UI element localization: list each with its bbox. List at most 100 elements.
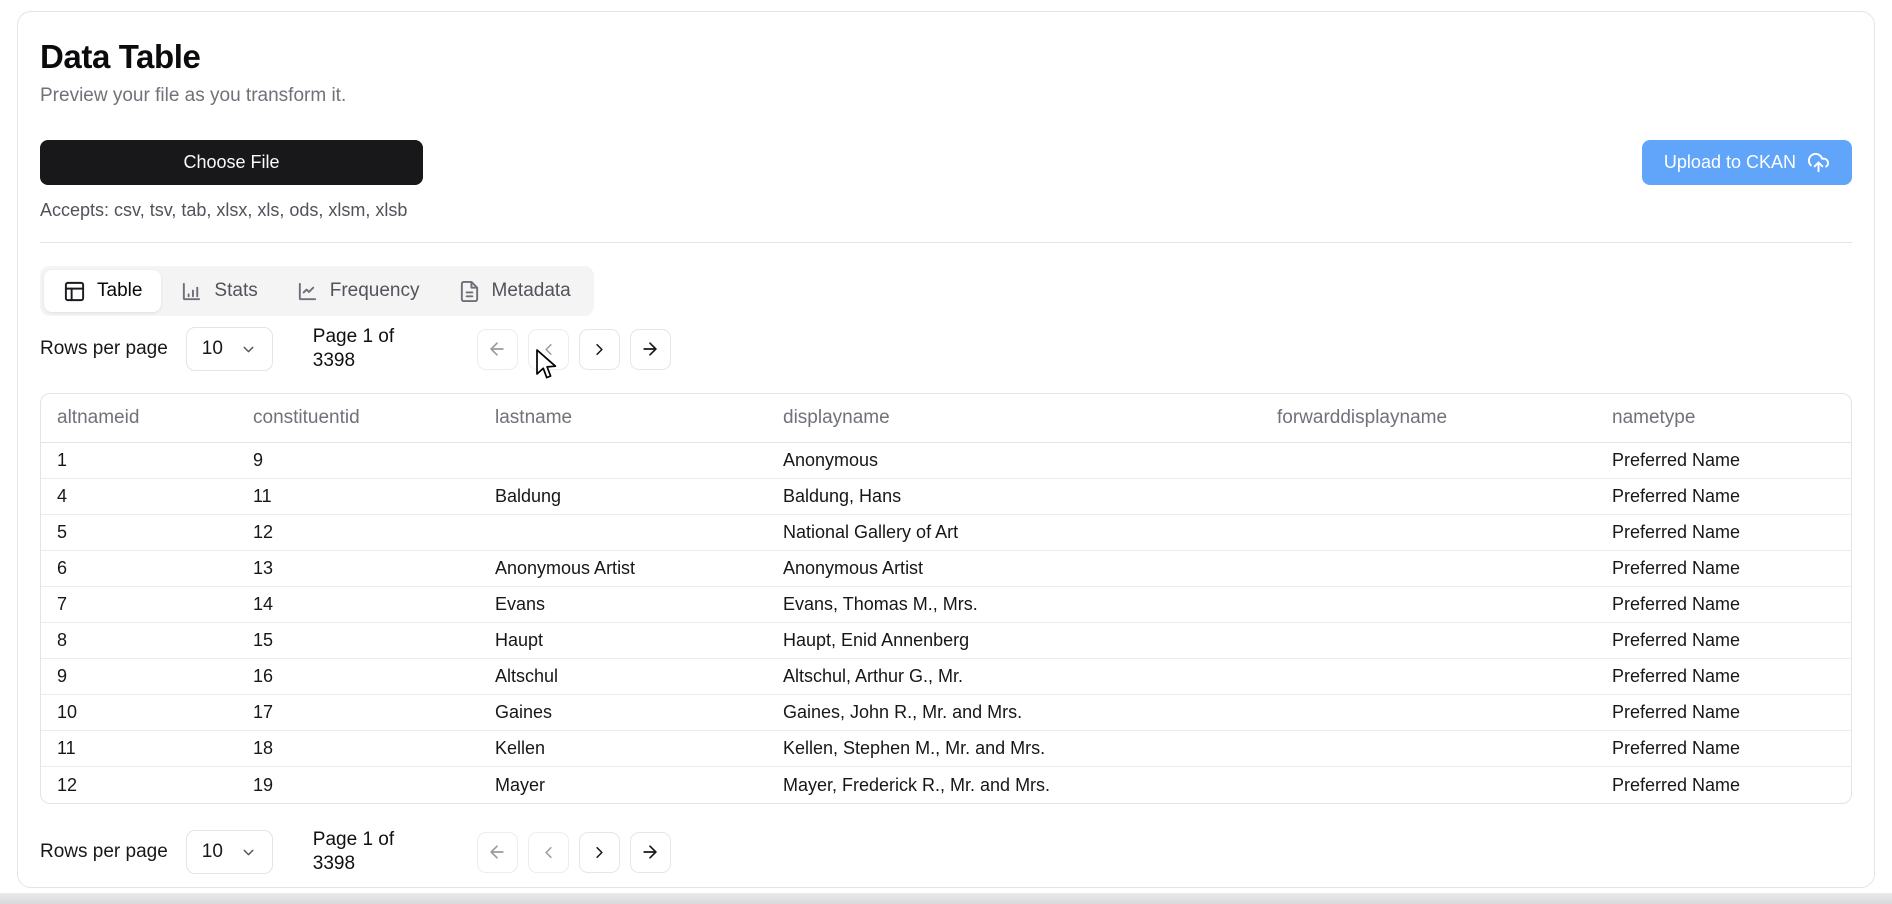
page-info: Page 1 of 3398	[312, 326, 395, 371]
table-cell: 11	[237, 479, 479, 515]
file-text-icon	[458, 280, 481, 303]
rows-per-page-label: Rows per page	[40, 338, 168, 359]
table-cell: Preferred Name	[1596, 587, 1851, 623]
table-cell: 6	[41, 551, 237, 587]
chevron-left-icon	[539, 340, 558, 359]
tab-stats[interactable]: Stats	[161, 270, 276, 312]
previous-page-button[interactable]	[527, 328, 569, 370]
rows-per-page-select[interactable]: 10	[185, 830, 273, 874]
table-cell: 4	[41, 479, 237, 515]
bar-chart-icon	[180, 280, 203, 303]
chevron-right-icon	[590, 340, 609, 359]
table-cell: Anonymous Artist	[767, 551, 1261, 587]
table-cell: Preferred Name	[1596, 551, 1851, 587]
page-subtitle: Preview your file as you transform it.	[40, 85, 347, 106]
choose-file-button[interactable]: Choose File	[40, 140, 423, 185]
tab-stats-label: Stats	[214, 280, 258, 301]
arrow-right-icon	[640, 842, 660, 862]
table-cell	[1261, 695, 1596, 731]
table-cell: 14	[237, 587, 479, 623]
table-cell	[1261, 443, 1596, 479]
actions-row: Choose File Upload to CKAN	[40, 140, 1852, 185]
table-cell: Gaines, John R., Mr. and Mrs.	[767, 695, 1261, 731]
table-cell: Preferred Name	[1596, 623, 1851, 659]
table-cell	[1261, 479, 1596, 515]
table-cell: 19	[253, 774, 274, 795]
table-cell: 12	[57, 774, 78, 795]
table-cell: 8	[41, 623, 237, 659]
table-cell: Gaines	[479, 695, 767, 731]
window-bottom-strip	[0, 893, 1892, 904]
chevron-left-icon	[539, 843, 558, 862]
tab-frequency-label: Frequency	[329, 280, 420, 301]
table-cell: Haupt	[479, 623, 767, 659]
table-cell: 12	[237, 515, 479, 551]
table-cell	[1261, 515, 1596, 551]
table-cell: Preferred Name	[1596, 443, 1851, 479]
table-row: 4 11 Baldung Baldung, Hans Preferred Name	[41, 479, 1851, 515]
table-cell	[479, 443, 767, 479]
table-cell	[1261, 659, 1596, 695]
table-cell: 17	[237, 695, 479, 731]
table-cell: 9	[237, 443, 479, 479]
last-page-button[interactable]	[629, 831, 671, 873]
tab-metadata[interactable]: Metadata	[439, 270, 590, 312]
table-cell: 10	[41, 695, 237, 731]
column-header-lastname: lastname	[479, 394, 767, 443]
arrow-right-icon	[640, 339, 660, 359]
rows-per-page-select[interactable]: 10	[185, 327, 273, 371]
upload-to-ckan-label: Upload to CKAN	[1663, 152, 1796, 172]
first-page-button[interactable]	[476, 831, 518, 873]
data-table: altnameid constituentid lastname display…	[41, 394, 1851, 803]
table-cell: Baldung	[479, 479, 767, 515]
upload-to-ckan-button[interactable]: Upload to CKAN	[1641, 140, 1852, 185]
table-cell: Evans	[479, 587, 767, 623]
table-cell: 15	[237, 623, 479, 659]
column-header-nametype: nametype	[1596, 394, 1851, 443]
chevron-right-icon	[590, 843, 609, 862]
table-cell	[479, 515, 767, 551]
table-cell: 18	[237, 731, 479, 767]
table-cell: 13	[237, 551, 479, 587]
table-cell	[1261, 767, 1596, 803]
table-cell: Mayer, Frederick R., Mr. and Mrs.	[783, 774, 1051, 795]
accepted-formats-text: Accepts: csv, tsv, tab, xlsx, xls, ods, …	[40, 200, 408, 220]
table-cell: Preferred Name	[1596, 479, 1851, 515]
page-title: Data Table	[40, 38, 201, 75]
cloud-upload-icon	[1807, 151, 1830, 174]
table-row: 7 14 Evans Evans, Thomas M., Mrs. Preferred …	[41, 587, 1851, 623]
table-row: 6 13 Anonymous Artist Anonymous Artist Prefe…	[41, 551, 1851, 587]
table-cell: Anonymous	[767, 443, 1261, 479]
table-cell	[1261, 587, 1596, 623]
table-cell	[1261, 551, 1596, 587]
column-header-displayname: displayname	[767, 394, 1261, 443]
line-chart-icon	[296, 280, 319, 303]
column-header-altnameid: altnameid	[41, 394, 237, 443]
pagination-nav	[476, 328, 671, 370]
tab-frequency[interactable]: Frequency	[277, 270, 439, 312]
table-cell	[1261, 731, 1596, 767]
next-page-button[interactable]	[578, 831, 620, 873]
next-page-button[interactable]	[578, 328, 620, 370]
first-page-button[interactable]	[476, 328, 518, 370]
table-cell: 5	[41, 515, 237, 551]
table-icon	[63, 280, 86, 303]
table-cell	[1261, 623, 1596, 659]
table-row: 11 18 Kellen Kellen, Stephen M., Mr. and Mr…	[41, 731, 1851, 767]
tab-table[interactable]: Table	[44, 270, 162, 312]
last-page-button[interactable]	[629, 328, 671, 370]
tab-metadata-label: Metadata	[491, 280, 571, 301]
table-cell: 16	[237, 659, 479, 695]
table-row: 5 12 National Gallery of Art Preferred Name	[41, 515, 1851, 551]
arrow-left-icon	[487, 842, 507, 862]
previous-page-button[interactable]	[527, 831, 569, 873]
arrow-left-icon	[487, 339, 507, 359]
table-row: 8 15 Haupt Haupt, Enid Annenberg Preferred N…	[41, 623, 1851, 659]
rows-per-page-value: 10	[201, 841, 223, 862]
table-header-row: altnameid constituentid lastname display…	[41, 394, 1851, 443]
table-cell: Preferred Name	[1596, 731, 1851, 767]
table-cell: Evans, Thomas M., Mrs.	[767, 587, 1261, 623]
column-header-constituentid: constituentid	[237, 394, 479, 443]
table-row: 10 17 Gaines Gaines, John R., Mr. and Mrs. P…	[41, 695, 1851, 731]
table-cell: 11	[41, 731, 237, 767]
